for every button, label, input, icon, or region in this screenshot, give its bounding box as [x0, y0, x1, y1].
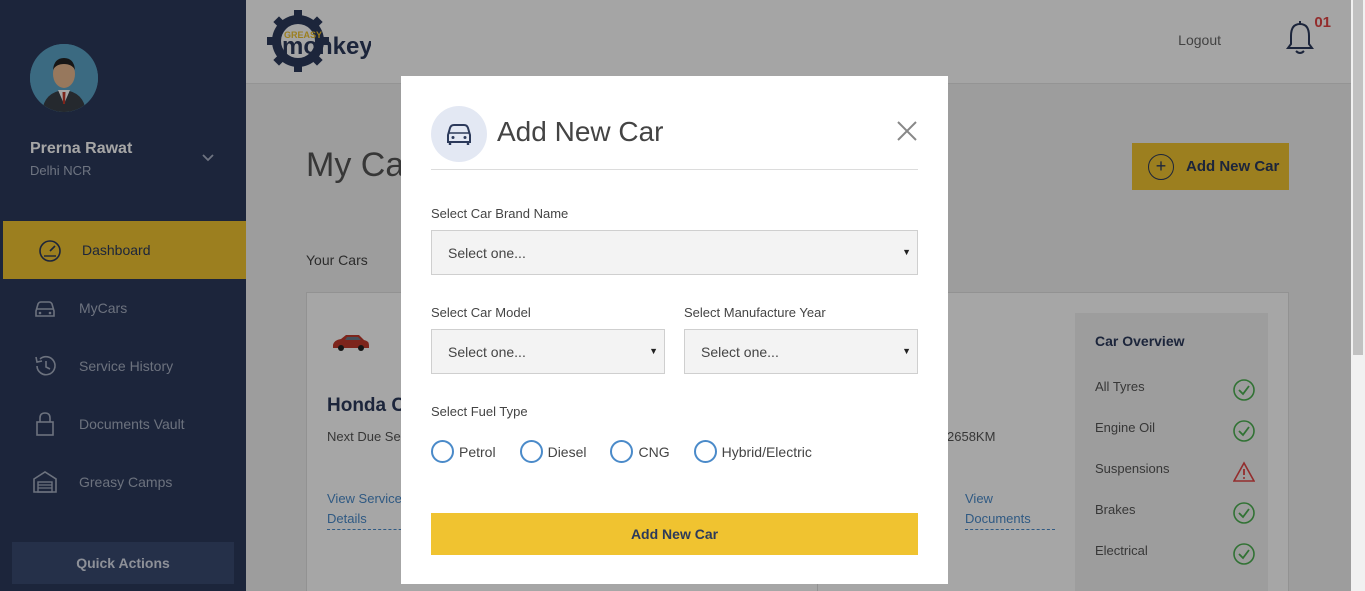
model-label: Select Car Model	[431, 305, 531, 320]
year-select[interactable]: Select one... ▼	[684, 329, 918, 374]
radio-circle[interactable]	[519, 440, 543, 463]
brand-label: Select Car Brand Name	[431, 206, 569, 221]
radio-label: CNG	[638, 443, 670, 460]
add-car-modal: Add New Car Select Car Brand Name Select…	[401, 76, 948, 584]
brand-select-value: Select one...	[448, 244, 526, 261]
add-new-car-submit-button[interactable]: Add New Car	[431, 513, 918, 555]
radio-circle[interactable]	[693, 440, 717, 463]
radio-label: Diesel	[547, 443, 587, 460]
caret-down-icon: ▼	[649, 346, 658, 356]
radio-circle[interactable]	[610, 440, 634, 463]
radio-circle[interactable]	[431, 440, 454, 463]
model-select-value: Select one...	[448, 343, 526, 360]
year-select-value: Select one...	[701, 343, 779, 360]
model-select[interactable]: Select one... ▼	[431, 329, 665, 374]
fuel-radio-petrol[interactable]: Petrol	[431, 440, 496, 463]
brand-select[interactable]: Select one... ▼	[431, 230, 918, 275]
fuel-radio-group: Petrol Diesel CNG Hybrid/Electric	[431, 440, 836, 463]
close-icon[interactable]	[896, 120, 918, 142]
car-icon	[431, 106, 487, 162]
scrollbar-thumb[interactable]	[1353, 0, 1363, 355]
caret-down-icon: ▼	[902, 247, 911, 257]
modal-title: Add New Car	[497, 116, 664, 147]
caret-down-icon: ▼	[902, 346, 911, 356]
fuel-label: Select Fuel Type	[431, 404, 528, 419]
modal-divider	[431, 169, 918, 170]
scrollbar[interactable]	[1351, 0, 1365, 591]
fuel-radio-diesel[interactable]: Diesel	[519, 440, 587, 463]
radio-label: Hybrid/Electric	[721, 443, 812, 460]
year-label: Select Manufacture Year	[684, 305, 826, 320]
fuel-radio-hybrid[interactable]: Hybrid/Electric	[693, 440, 812, 463]
fuel-radio-cng[interactable]: CNG	[610, 440, 670, 463]
radio-label: Petrol	[459, 443, 496, 460]
